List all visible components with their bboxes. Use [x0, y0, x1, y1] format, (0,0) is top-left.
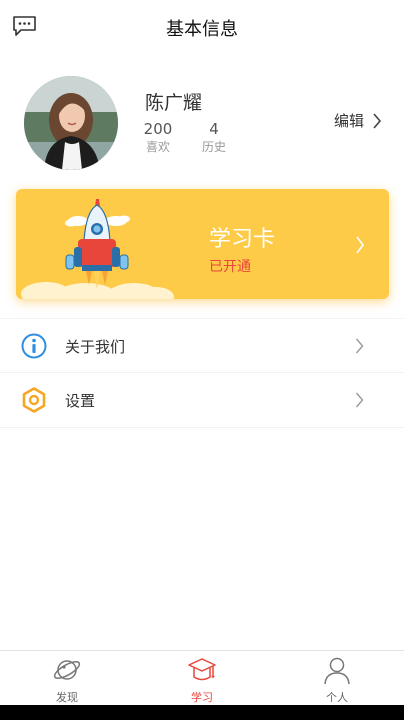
- menu-item-label: 设置: [65, 392, 96, 410]
- user-icon: [324, 657, 350, 685]
- hexagon-settings-icon: [22, 387, 46, 413]
- tab-label: 发现: [56, 691, 78, 704]
- planet-icon: [53, 660, 81, 680]
- study-card-status: 已开通: [209, 259, 251, 275]
- chevron-right-icon: [356, 236, 364, 254]
- tab-label: 个人: [326, 691, 348, 704]
- tab-discover[interactable]: 发现: [0, 651, 134, 706]
- menu-item-settings[interactable]: 设置: [0, 373, 404, 428]
- likes-label: 喜欢: [145, 140, 170, 154]
- home-indicator-bar: [0, 705, 404, 720]
- header: 基本信息: [0, 0, 404, 52]
- study-card-title: 学习卡: [209, 227, 276, 252]
- graduation-cap-icon: [188, 658, 216, 681]
- chevron-right-icon: [355, 392, 364, 408]
- likes-count: 200: [143, 120, 173, 138]
- study-card[interactable]: 学习卡 已开通: [16, 189, 389, 299]
- info-icon: [21, 333, 47, 359]
- user-name: 陈广耀: [145, 92, 203, 114]
- page-title: 基本信息: [166, 19, 238, 40]
- edit-profile-button[interactable]: 编辑: [334, 110, 382, 131]
- tab-me[interactable]: 个人: [270, 651, 404, 706]
- avatar[interactable]: [24, 76, 118, 170]
- edit-label: 编辑: [333, 112, 364, 130]
- history-label: 历史: [201, 140, 226, 154]
- likes-stat[interactable]: 200 喜欢: [138, 120, 178, 156]
- history-stat[interactable]: 4 历史: [194, 120, 234, 156]
- menu-item-about[interactable]: 关于我们: [0, 318, 404, 373]
- tab-study[interactable]: 学习: [135, 651, 269, 706]
- tab-bar: 发现 学习 个人: [0, 650, 404, 705]
- profile-section: 陈广耀 200 喜欢 4 历史 编辑: [0, 72, 404, 172]
- menu-list: 关于我们 设置: [0, 318, 404, 428]
- rocket-illustration: [21, 199, 174, 299]
- history-count: 4: [209, 120, 219, 138]
- menu-item-label: 关于我们: [65, 338, 126, 356]
- chevron-right-icon: [373, 112, 382, 129]
- tab-label: 学习: [191, 691, 213, 704]
- chevron-right-icon: [355, 338, 364, 354]
